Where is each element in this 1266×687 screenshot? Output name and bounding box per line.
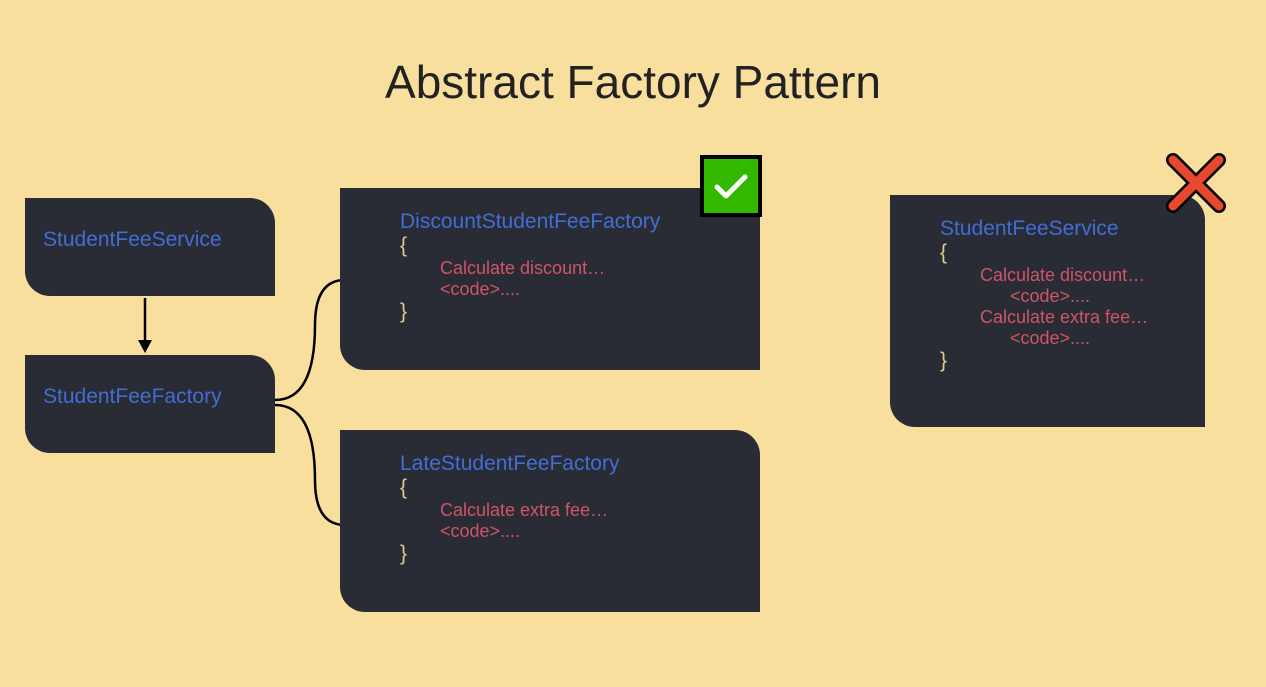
arrow-down-icon bbox=[130, 298, 160, 356]
class-name-late: LateStudentFeeFactory bbox=[370, 452, 730, 476]
checkmark-icon bbox=[700, 155, 762, 217]
code-line: <code>.... bbox=[920, 328, 1175, 349]
code-line: <code>.... bbox=[370, 279, 730, 300]
class-name-discount: DiscountStudentFeeFactory bbox=[370, 210, 730, 234]
code-line: <code>.... bbox=[370, 521, 730, 542]
code-line: Calculate extra fee… bbox=[370, 500, 730, 521]
code-line: Calculate discount… bbox=[920, 265, 1175, 286]
brace-open: { bbox=[370, 476, 730, 500]
brace-close: } bbox=[920, 349, 1175, 373]
brace-open: { bbox=[370, 234, 730, 258]
box-wrong-service: StudentFeeService { Calculate discount… … bbox=[890, 195, 1205, 427]
code-line: Calculate extra fee… bbox=[920, 307, 1175, 328]
brace-close: } bbox=[370, 542, 730, 566]
box-late-factory: LateStudentFeeFactory { Calculate extra … bbox=[340, 430, 760, 612]
class-name-service: StudentFeeService bbox=[43, 228, 257, 252]
diagram-title: Abstract Factory Pattern bbox=[385, 55, 881, 109]
class-name-wrong-service: StudentFeeService bbox=[920, 217, 1175, 241]
code-line: Calculate discount… bbox=[370, 258, 730, 279]
box-student-fee-service: StudentFeeService bbox=[25, 198, 275, 296]
class-name-factory: StudentFeeFactory bbox=[43, 385, 257, 409]
brace-close: } bbox=[370, 300, 730, 324]
box-discount-factory: DiscountStudentFeeFactory { Calculate di… bbox=[340, 188, 760, 370]
box-student-fee-factory: StudentFeeFactory bbox=[25, 355, 275, 453]
code-line: <code>.... bbox=[920, 286, 1175, 307]
brace-open: { bbox=[920, 241, 1175, 265]
x-icon bbox=[1165, 152, 1227, 214]
